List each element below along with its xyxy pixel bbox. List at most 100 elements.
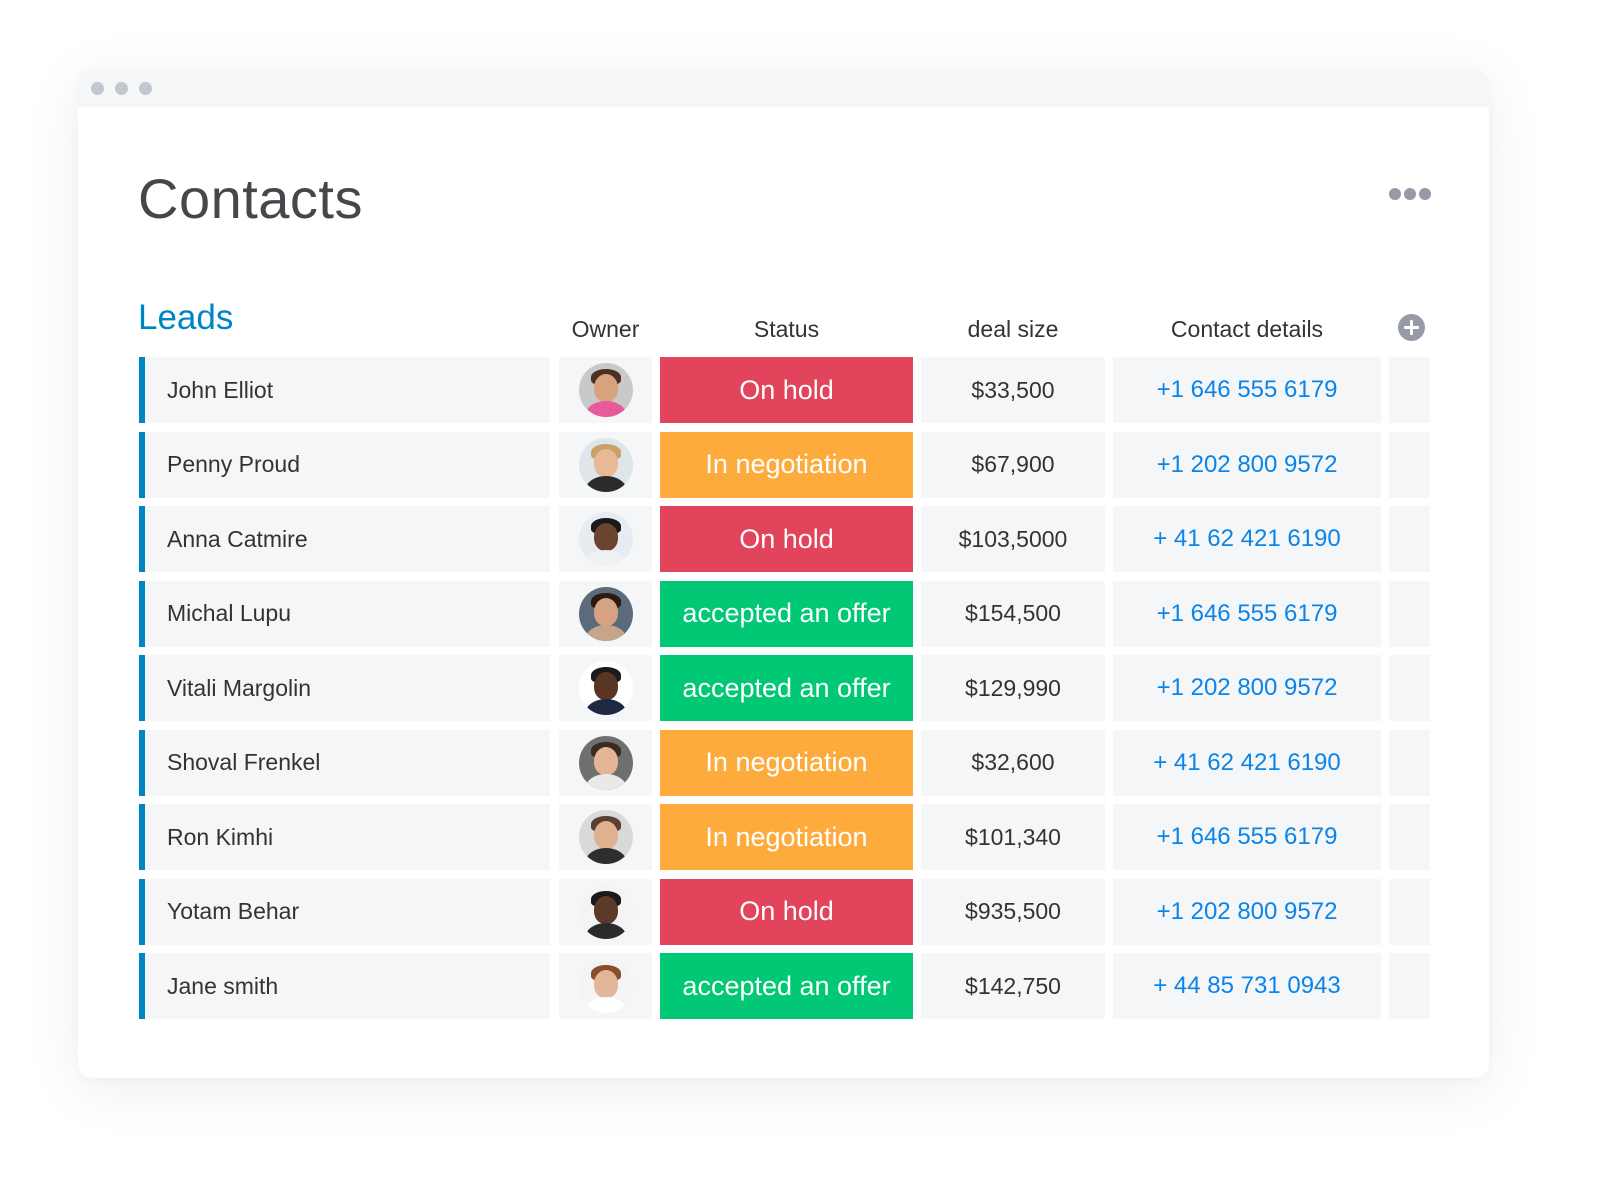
item-name-cell[interactable]: Michal Lupu (139, 580, 550, 647)
empty-cell[interactable] (1389, 804, 1430, 870)
column-header-contact-details[interactable]: Contact details (1113, 316, 1381, 343)
deal-size-cell[interactable]: $101,340 (921, 804, 1105, 870)
phone-link[interactable]: + 41 62 421 6190 (1153, 749, 1341, 777)
minimize-dot-icon[interactable] (115, 82, 128, 95)
owner-avatar[interactable] (578, 661, 633, 715)
deal-size-cell[interactable]: $935,500 (921, 878, 1105, 945)
status-cell[interactable]: In negotiation (660, 729, 913, 796)
phone-link[interactable]: +1 646 555 6179 (1157, 600, 1338, 628)
item-name-cell[interactable]: Jane smith (139, 953, 550, 1019)
item-name-cell[interactable]: Vitali Margolin (139, 655, 550, 721)
empty-cell[interactable] (1389, 655, 1430, 721)
status-cell[interactable]: In negotiation (660, 431, 913, 498)
phone-link[interactable]: +1 646 555 6179 (1157, 376, 1338, 404)
status-label: On hold (739, 374, 834, 405)
contact-details-cell[interactable]: +1 646 555 6179 (1113, 804, 1381, 870)
phone-link[interactable]: +1 202 800 9572 (1157, 898, 1338, 926)
column-header-deal-size[interactable]: deal size (921, 316, 1105, 343)
close-dot-icon[interactable] (91, 82, 104, 95)
owner-avatar[interactable] (578, 810, 633, 864)
owner-cell[interactable] (559, 506, 652, 572)
item-name-cell[interactable]: Anna Catmire (139, 506, 550, 572)
phone-link[interactable]: +1 202 800 9572 (1157, 451, 1338, 479)
contact-details-cell[interactable]: + 41 62 421 6190 (1113, 506, 1381, 572)
table-row[interactable]: Anna Catmire On hold $103,5000 + 41 62 421 … (78, 506, 1489, 572)
phone-link[interactable]: +1 202 800 9572 (1157, 674, 1338, 702)
contact-details-cell[interactable]: +1 202 800 9572 (1113, 655, 1381, 721)
owner-avatar[interactable] (578, 959, 633, 1013)
status-label: In negotiation (705, 821, 868, 852)
phone-link[interactable]: + 41 62 421 6190 (1153, 525, 1341, 553)
owner-avatar[interactable] (578, 735, 633, 790)
table-row[interactable]: Shoval Frenkel In negotiation $32,600 + 41 … (78, 729, 1489, 796)
column-header-status[interactable]: Status (660, 316, 913, 343)
owner-cell[interactable] (559, 729, 652, 796)
table-row[interactable]: Jane smith accepted an offer $142,750 + 44 … (78, 953, 1489, 1019)
contact-details-cell[interactable]: + 44 85 731 0943 (1113, 953, 1381, 1019)
maximize-dot-icon[interactable] (139, 82, 152, 95)
status-cell[interactable]: On hold (660, 878, 913, 945)
owner-cell[interactable] (559, 580, 652, 647)
deal-size-cell[interactable]: $32,600 (921, 729, 1105, 796)
status-cell[interactable]: accepted an offer (660, 953, 913, 1019)
empty-cell[interactable] (1389, 357, 1430, 423)
item-name-cell[interactable]: Shoval Frenkel (139, 729, 550, 796)
contact-details-cell[interactable]: +1 202 800 9572 (1113, 878, 1381, 945)
empty-cell[interactable] (1389, 580, 1430, 647)
owner-cell[interactable] (559, 655, 652, 721)
column-header-owner[interactable]: Owner (559, 316, 652, 343)
table-row[interactable]: Michal Lupu accepted an offer $154,500 +1 6… (78, 580, 1489, 647)
owner-cell[interactable] (559, 357, 652, 423)
contact-details-cell[interactable]: +1 202 800 9572 (1113, 431, 1381, 498)
owner-cell[interactable] (559, 804, 652, 870)
deal-size-value: $129,990 (965, 674, 1061, 701)
deal-size-value: $935,500 (965, 898, 1061, 924)
contact-details-cell[interactable]: +1 646 555 6179 (1113, 580, 1381, 647)
empty-cell[interactable] (1389, 506, 1430, 572)
deal-size-cell[interactable]: $103,5000 (921, 506, 1105, 572)
deal-size-cell[interactable]: $154,500 (921, 580, 1105, 647)
phone-link[interactable]: + 44 85 731 0943 (1153, 972, 1341, 1000)
table-row[interactable]: Yotam Behar On hold $935,500 +1 202 800 957… (78, 878, 1489, 945)
deal-size-cell[interactable]: $142,750 (921, 953, 1105, 1019)
status-cell[interactable]: In negotiation (660, 804, 913, 870)
status-label: In negotiation (705, 449, 868, 479)
deal-size-cell[interactable]: $129,990 (921, 655, 1105, 721)
phone-link[interactable]: +1 646 555 6179 (1157, 823, 1338, 851)
owner-avatar[interactable] (578, 586, 633, 641)
deal-size-value: $67,900 (971, 451, 1055, 477)
empty-cell[interactable] (1389, 953, 1430, 1019)
owner-cell[interactable] (559, 953, 652, 1019)
table-row[interactable]: Vitali Margolin accepted an offer $129,990… (78, 655, 1489, 721)
empty-cell[interactable] (1389, 431, 1430, 498)
status-cell[interactable]: accepted an offer (660, 580, 913, 647)
table-row[interactable]: Ron Kimhi In negotiation $101,340 +1 646 55… (78, 804, 1489, 870)
owner-avatar[interactable] (578, 884, 633, 939)
more-options-icon[interactable] (1389, 188, 1433, 202)
contact-details-cell[interactable]: +1 646 555 6179 (1113, 357, 1381, 423)
empty-cell[interactable] (1389, 729, 1430, 796)
owner-cell[interactable] (559, 431, 652, 498)
status-cell[interactable]: On hold (660, 506, 913, 572)
status-cell[interactable]: On hold (660, 357, 913, 423)
owner-avatar[interactable] (578, 363, 633, 417)
group-title[interactable]: Leads (138, 298, 233, 338)
item-name: Anna Catmire (167, 525, 308, 552)
item-name-cell[interactable]: Penny Proud (139, 431, 550, 498)
owner-avatar[interactable] (578, 512, 633, 566)
table-row[interactable]: Penny Proud In negotiation $67,900 +1 202 8… (78, 431, 1489, 498)
owner-avatar[interactable] (578, 437, 633, 492)
status-cell[interactable]: accepted an offer (660, 655, 913, 721)
empty-cell[interactable] (1389, 878, 1430, 945)
contact-details-cell[interactable]: + 41 62 421 6190 (1113, 729, 1381, 796)
deal-size-cell[interactable]: $67,900 (921, 431, 1105, 498)
item-name-cell[interactable]: Ron Kimhi (139, 804, 550, 870)
deal-size-value: $101,340 (965, 823, 1061, 850)
item-name-cell[interactable]: Yotam Behar (139, 878, 550, 945)
item-name: John Elliot (167, 376, 274, 403)
item-name-cell[interactable]: John Elliot (139, 357, 550, 423)
add-column-plus-icon[interactable] (1398, 314, 1425, 341)
deal-size-cell[interactable]: $33,500 (921, 357, 1105, 423)
table-row[interactable]: John Elliot On hold $33,500 +1 646 555 6179 (78, 357, 1489, 423)
owner-cell[interactable] (559, 878, 652, 945)
